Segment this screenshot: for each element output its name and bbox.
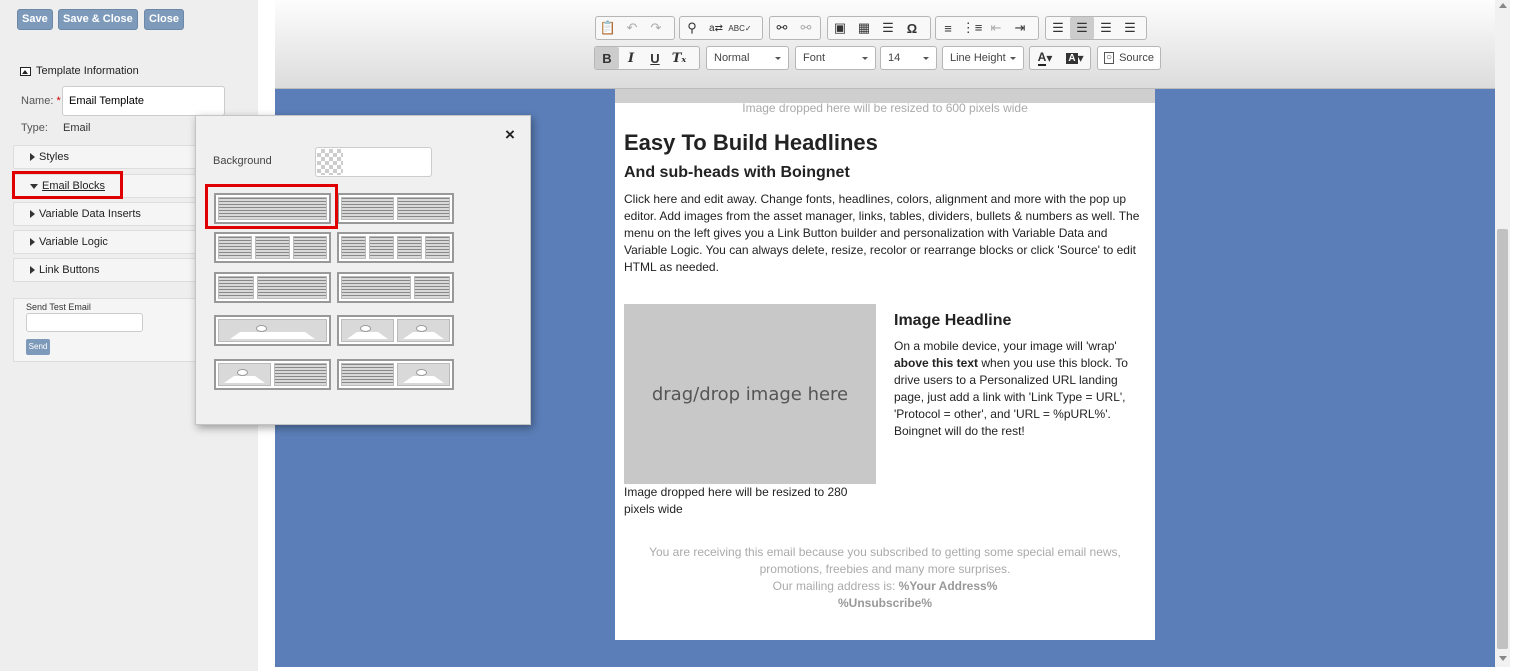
block-wide-narrow-text[interactable]: [337, 272, 454, 303]
spellcheck-icon[interactable]: ABC✓: [728, 17, 752, 39]
font-size-select[interactable]: 14: [880, 46, 937, 70]
format-select[interactable]: Normal: [706, 46, 789, 70]
align-left-icon[interactable]: ☰: [1046, 17, 1070, 39]
highlight-email-blocks: [12, 171, 123, 199]
template-info-title: Template Information: [36, 65, 139, 77]
block-full-image[interactable]: [214, 315, 331, 346]
background-color-picker[interactable]: [315, 147, 432, 177]
type-label: Type:: [21, 122, 48, 134]
underline-icon[interactable]: U: [643, 47, 667, 69]
type-value: Email: [63, 122, 91, 134]
scrollbar-thumb[interactable]: [1497, 229, 1508, 649]
horizontal-rule-icon[interactable]: ☰: [876, 17, 900, 39]
block-four-text[interactable]: [337, 232, 454, 263]
paste-icon[interactable]: 📋: [596, 17, 620, 39]
block-text-image-right[interactable]: [337, 359, 454, 390]
chevron-down-icon: [923, 56, 929, 60]
test-email-input[interactable]: [26, 313, 143, 332]
save-close-button[interactable]: Save & Close: [58, 9, 138, 30]
chevron-right-icon: [30, 210, 35, 218]
block-three-text[interactable]: [214, 232, 331, 263]
clipboard-group: 📋 ↶ ↷: [595, 16, 675, 40]
email-preview: Image dropped here will be resized to 60…: [615, 89, 1155, 640]
align-right-icon[interactable]: ☰: [1094, 17, 1118, 39]
line-height-select[interactable]: Line Height: [942, 46, 1024, 70]
source-button[interactable]: ○ Source: [1097, 46, 1161, 70]
bullet-list-icon[interactable]: ⋮≡: [960, 17, 984, 39]
chevron-down-icon: [1010, 56, 1016, 60]
email-subhead[interactable]: And sub-heads with Boingnet: [624, 164, 850, 182]
close-button[interactable]: Close: [144, 9, 184, 30]
transparent-swatch-icon: [317, 149, 343, 175]
top-image-caption[interactable]: Image dropped here will be resized to 60…: [615, 101, 1155, 115]
list-group: ≡ ⋮≡ ⇤ ⇥: [935, 16, 1039, 40]
replace-icon[interactable]: a⇄: [704, 17, 728, 39]
chevron-down-icon: [775, 56, 781, 60]
block-narrow-wide-text[interactable]: [214, 272, 331, 303]
remove-format-icon[interactable]: Tₓ: [667, 47, 691, 69]
bg-color-icon[interactable]: A ▾: [1060, 47, 1090, 69]
font-select[interactable]: Font: [795, 46, 876, 70]
highlight-full-width-block: [205, 184, 338, 229]
bold-icon[interactable]: B: [595, 47, 619, 69]
email-headline[interactable]: Easy To Build Headlines: [624, 130, 878, 156]
image-caption[interactable]: Image dropped here will be resized to 28…: [624, 484, 874, 518]
background-label: Background: [213, 155, 272, 167]
close-icon[interactable]: ×: [505, 125, 515, 145]
block-two-text[interactable]: [337, 193, 454, 224]
table-icon[interactable]: ▦: [852, 17, 876, 39]
chevron-right-icon: [30, 266, 35, 274]
find-group: ⚲ a⇄ ABC✓: [679, 16, 763, 40]
name-label: Name: *: [21, 95, 61, 107]
insert-group: ▣ ▦ ☰ Ω: [827, 16, 931, 40]
indent-icon[interactable]: ⇥: [1008, 17, 1032, 39]
italic-icon[interactable]: I: [619, 47, 643, 69]
numbered-list-icon[interactable]: ≡: [936, 17, 960, 39]
outdent-icon[interactable]: ⇤: [984, 17, 1008, 39]
block-image-left-text[interactable]: [214, 359, 331, 390]
source-icon: ○: [1104, 52, 1115, 64]
justify-icon[interactable]: ☰: [1118, 17, 1142, 39]
block-two-image-text[interactable]: [337, 315, 454, 346]
link-group: ⚯ ⚯: [769, 16, 821, 40]
style-group: B I U Tₓ: [594, 46, 700, 70]
email-footer[interactable]: You are receiving this email because you…: [625, 544, 1145, 612]
chevron-right-icon: [30, 238, 35, 246]
chevron-right-icon: [30, 153, 35, 161]
editor-toolbar: 📋 ↶ ↷ ⚲ a⇄ ABC✓ ⚯ ⚯ ▣ ▦ ☰ Ω ≡ ⋮≡ ⇤ ⇥ ☰ ☰…: [275, 0, 1495, 89]
send-test-label: Send Test Email: [26, 302, 91, 312]
image-text[interactable]: On a mobile device, your image will 'wra…: [894, 338, 1148, 440]
save-button[interactable]: Save: [17, 9, 53, 30]
color-group: A ▾ A ▾: [1029, 46, 1091, 70]
undo-icon[interactable]: ↶: [620, 17, 644, 39]
find-icon[interactable]: ⚲: [680, 17, 704, 39]
text-color-icon[interactable]: A ▾: [1030, 47, 1060, 69]
email-blocks-popup: × Background: [195, 115, 531, 425]
send-test-button[interactable]: Send: [26, 339, 50, 355]
scroll-up-icon[interactable]: [1499, 3, 1507, 8]
picture-icon: [20, 66, 31, 76]
special-char-icon[interactable]: Ω: [900, 17, 924, 39]
image-icon[interactable]: ▣: [828, 17, 852, 39]
scroll-down-icon[interactable]: [1499, 656, 1507, 661]
template-info-header: Template Information: [20, 65, 139, 77]
link-icon[interactable]: ⚯: [770, 17, 794, 39]
align-group: ☰ ☰ ☰ ☰: [1045, 16, 1147, 40]
image-headline[interactable]: Image Headline: [894, 312, 1011, 330]
align-center-icon[interactable]: ☰: [1070, 17, 1094, 39]
required-marker: *: [56, 95, 61, 107]
email-body-text[interactable]: Click here and edit away. Change fonts, …: [624, 191, 1148, 276]
template-name-input[interactable]: [62, 86, 225, 116]
redo-icon[interactable]: ↷: [644, 17, 668, 39]
image-drop-zone[interactable]: drag/drop image here: [624, 304, 876, 484]
chevron-down-icon: [862, 56, 868, 60]
unlink-icon[interactable]: ⚯: [794, 17, 818, 39]
